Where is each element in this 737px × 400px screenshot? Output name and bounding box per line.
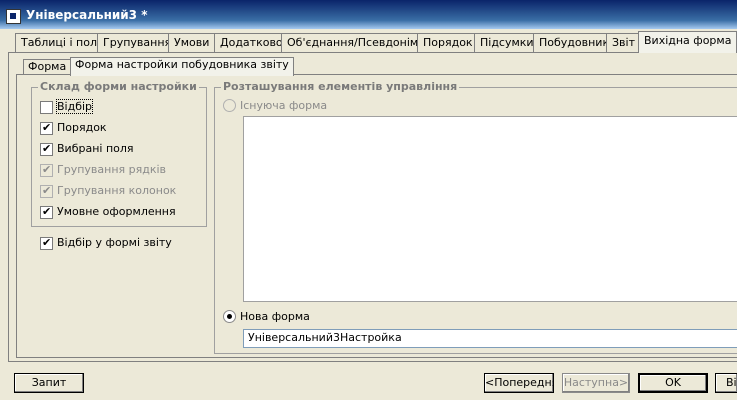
checkbox-row-grouping <box>40 163 53 177</box>
subtab-settings-form[interactable]: Форма настройки побудовника звіту <box>70 57 294 76</box>
tab-builder[interactable]: Побудовник <box>533 33 616 52</box>
query-button[interactable]: Запит <box>14 373 84 393</box>
checkbox-filter[interactable] <box>40 101 53 114</box>
label-filter: Відбір <box>55 99 94 114</box>
tab-tables-fields[interactable]: Таблиці і поля <box>15 33 110 52</box>
checkbox-order[interactable] <box>40 121 53 135</box>
label-existing-form: Існуюча форма <box>240 99 328 112</box>
prev-button[interactable]: <Попередня <box>484 373 554 393</box>
new-form-name-input[interactable]: Універсальний3Настройка <box>243 329 737 348</box>
tab-grouping[interactable]: Групування <box>97 33 178 52</box>
label-column-grouping: Групування колонок <box>57 184 177 197</box>
title-bar: Універсальний3 * <box>0 0 737 29</box>
app-icon <box>6 9 21 24</box>
label-selected-fields: Вибрані поля <box>57 142 134 155</box>
tab-additional[interactable]: Додатково <box>214 33 289 52</box>
tab-joins-aliases[interactable]: Об'єднання/Псевдоніми <box>281 33 432 52</box>
controls-placement-title: Розташування елементів управління <box>221 80 460 93</box>
settings-composition-title: Склад форми настройки <box>38 80 199 93</box>
checkbox-conditional-format[interactable] <box>40 205 53 219</box>
subtab-form[interactable]: Форма <box>23 59 72 75</box>
tab-conditions[interactable]: Умови <box>168 33 216 52</box>
radio-new-form[interactable] <box>223 310 236 323</box>
tab-output-form[interactable]: Вихідна форма <box>638 31 737 53</box>
tab-totals[interactable]: Підсумки <box>474 33 540 52</box>
label-filter-in-report: Відбір у формі звіту <box>57 236 172 249</box>
checkbox-column-grouping <box>40 184 53 198</box>
checkbox-selected-fields[interactable] <box>40 142 53 156</box>
label-conditional-format: Умовне оформлення <box>57 205 176 218</box>
window-title: Універсальний3 * <box>26 8 148 22</box>
label-order: Порядок <box>57 121 107 134</box>
tab-report[interactable]: Звіт <box>606 33 641 52</box>
ok-button[interactable]: OK <box>638 373 708 393</box>
checkbox-filter-in-report[interactable] <box>40 236 53 250</box>
label-row-grouping: Групування рядків <box>57 163 167 176</box>
next-button: Наступна> <box>562 373 630 393</box>
tab-order[interactable]: Порядок <box>417 33 479 52</box>
existing-form-list[interactable] <box>243 116 737 302</box>
label-new-form: Нова форма <box>240 310 310 323</box>
radio-existing-form <box>223 99 236 112</box>
extra-button[interactable]: Ві <box>715 373 737 393</box>
